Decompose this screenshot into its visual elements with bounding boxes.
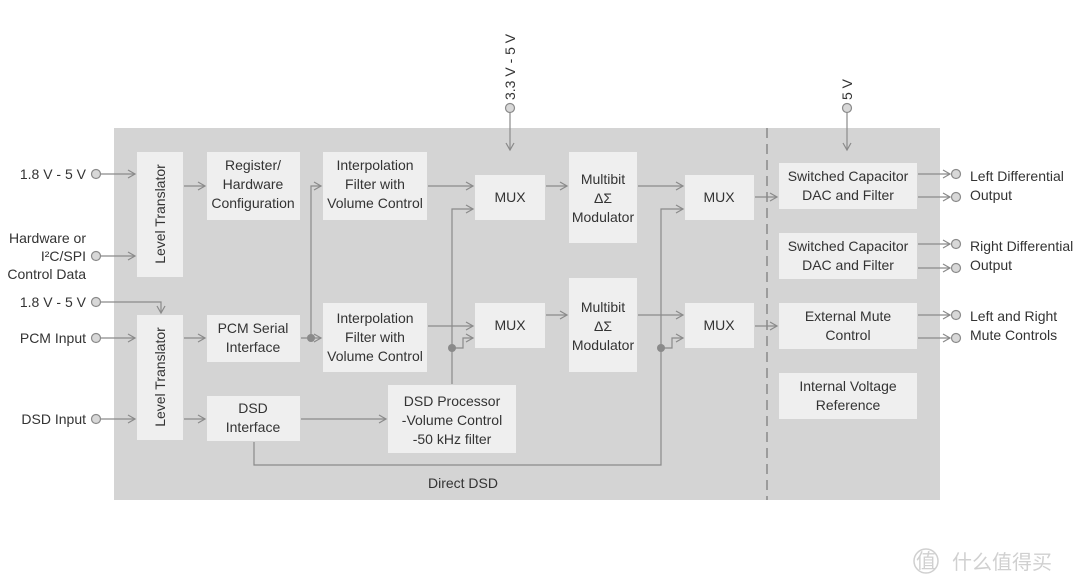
svg-text:Modulator: Modulator xyxy=(572,337,635,353)
svg-text:Control: Control xyxy=(825,327,870,343)
svg-text:MUX: MUX xyxy=(494,317,526,333)
svg-text:Configuration: Configuration xyxy=(211,195,294,211)
dsd-interface-block: DSD Interface xyxy=(207,396,300,441)
mux-2: MUX xyxy=(475,303,545,348)
svg-text:-50 kHz filter: -50 kHz filter xyxy=(413,431,492,447)
supply1-label: 1.8 V - 5 V xyxy=(20,166,87,182)
pin-control xyxy=(90,250,102,262)
svg-text:Multibit: Multibit xyxy=(581,299,625,315)
svg-text:Internal Voltage: Internal Voltage xyxy=(799,378,897,394)
svg-text:Interface: Interface xyxy=(226,419,281,435)
block-diagram: 3.3 V - 5 V 5 V 1.8 V - 5 V Hardware or … xyxy=(7,33,1073,574)
level-translator-1: Level Translator xyxy=(137,152,183,277)
svg-text:Level Translator: Level Translator xyxy=(152,164,168,264)
mux-1: MUX xyxy=(475,175,545,220)
svg-text:Filter with: Filter with xyxy=(345,176,405,192)
svg-text:Reference: Reference xyxy=(816,397,881,413)
svg-text:什么值得买: 什么值得买 xyxy=(952,550,1052,574)
pin-pcm xyxy=(90,332,102,344)
right-output-label-1: Right Differential xyxy=(970,238,1073,254)
control-label-3: Control Data xyxy=(7,266,86,282)
level-translator-2: Level Translator xyxy=(137,315,183,440)
external-mute-block: External Mute Control xyxy=(779,303,917,349)
mux-4: MUX xyxy=(685,303,754,348)
dsd-input-label: DSD Input xyxy=(21,411,86,427)
svg-text:ΔΣ: ΔΣ xyxy=(594,318,612,334)
supply-right-label: 5 V xyxy=(839,78,855,100)
dsd-processor-block: DSD Processor -Volume Control -50 kHz fi… xyxy=(388,385,516,453)
svg-text:DAC and Filter: DAC and Filter xyxy=(802,187,894,203)
pcm-serial-block: PCM Serial Interface xyxy=(207,315,300,362)
mute-output-label-1: Left and Right xyxy=(970,308,1057,324)
pin-dsd xyxy=(90,413,102,425)
svg-text:Multibit: Multibit xyxy=(581,171,625,187)
watermark: 值 什么值得买 xyxy=(913,548,1052,574)
svg-text:Interpolation: Interpolation xyxy=(336,157,413,173)
supply-center-label: 3.3 V - 5 V xyxy=(502,33,518,100)
sc-dac-right: Switched Capacitor DAC and Filter xyxy=(779,233,917,279)
control-label-2: I²C/SPI xyxy=(41,248,86,264)
svg-text:Interpolation: Interpolation xyxy=(336,310,413,326)
svg-text:Filter with: Filter with xyxy=(345,329,405,345)
right-output-label-2: Output xyxy=(970,257,1012,273)
svg-text:DSD Processor: DSD Processor xyxy=(404,393,501,409)
pin-supply-right xyxy=(841,102,853,114)
svg-text:External Mute: External Mute xyxy=(805,308,892,324)
interpolation-filter-2: Interpolation Filter with Volume Control xyxy=(323,303,427,372)
svg-text:-Volume Control: -Volume Control xyxy=(402,412,502,428)
svg-text:Hardware: Hardware xyxy=(223,176,284,192)
pin-supply2 xyxy=(90,296,102,308)
svg-text:Volume Control: Volume Control xyxy=(327,195,423,211)
svg-text:DSD: DSD xyxy=(238,400,268,416)
modulator-2: Multibit ΔΣ Modulator xyxy=(569,278,637,372)
interpolation-filter-1: Interpolation Filter with Volume Control xyxy=(323,152,427,220)
svg-text:值: 值 xyxy=(916,549,936,573)
modulator-1: Multibit ΔΣ Modulator xyxy=(569,152,637,243)
register-config-block: Register/ Hardware Configuration xyxy=(207,152,300,220)
supply2-label: 1.8 V - 5 V xyxy=(20,294,87,310)
output-labels: Left Differential Output Right Different… xyxy=(970,168,1073,343)
svg-text:PCM Serial: PCM Serial xyxy=(218,320,289,336)
left-output-label-1: Left Differential xyxy=(970,168,1064,184)
left-output-label-2: Output xyxy=(970,187,1012,203)
svg-text:Volume Control: Volume Control xyxy=(327,348,423,364)
svg-text:ΔΣ: ΔΣ xyxy=(594,190,612,206)
mux-3: MUX xyxy=(685,175,754,220)
direct-dsd-label: Direct DSD xyxy=(428,475,498,491)
input-labels: 1.8 V - 5 V Hardware or I²C/SPI Control … xyxy=(7,166,86,427)
pcm-input-label: PCM Input xyxy=(20,330,86,346)
svg-text:Level Translator: Level Translator xyxy=(152,327,168,427)
mute-output-label-2: Mute Controls xyxy=(970,327,1057,343)
svg-text:DAC and Filter: DAC and Filter xyxy=(802,257,894,273)
svg-text:MUX: MUX xyxy=(703,317,735,333)
svg-text:Register/: Register/ xyxy=(225,157,281,173)
control-label-1: Hardware or xyxy=(9,230,86,246)
svg-text:Switched Capacitor: Switched Capacitor xyxy=(788,238,909,254)
svg-text:MUX: MUX xyxy=(494,189,526,205)
sc-dac-left: Switched Capacitor DAC and Filter xyxy=(779,163,917,209)
svg-text:MUX: MUX xyxy=(703,189,735,205)
internal-vref-block: Internal Voltage Reference xyxy=(779,373,917,419)
svg-text:Switched Capacitor: Switched Capacitor xyxy=(788,168,909,184)
svg-text:Modulator: Modulator xyxy=(572,209,635,225)
pin-supply1 xyxy=(90,168,102,180)
pin-supply-center xyxy=(504,102,516,114)
svg-text:Interface: Interface xyxy=(226,339,281,355)
